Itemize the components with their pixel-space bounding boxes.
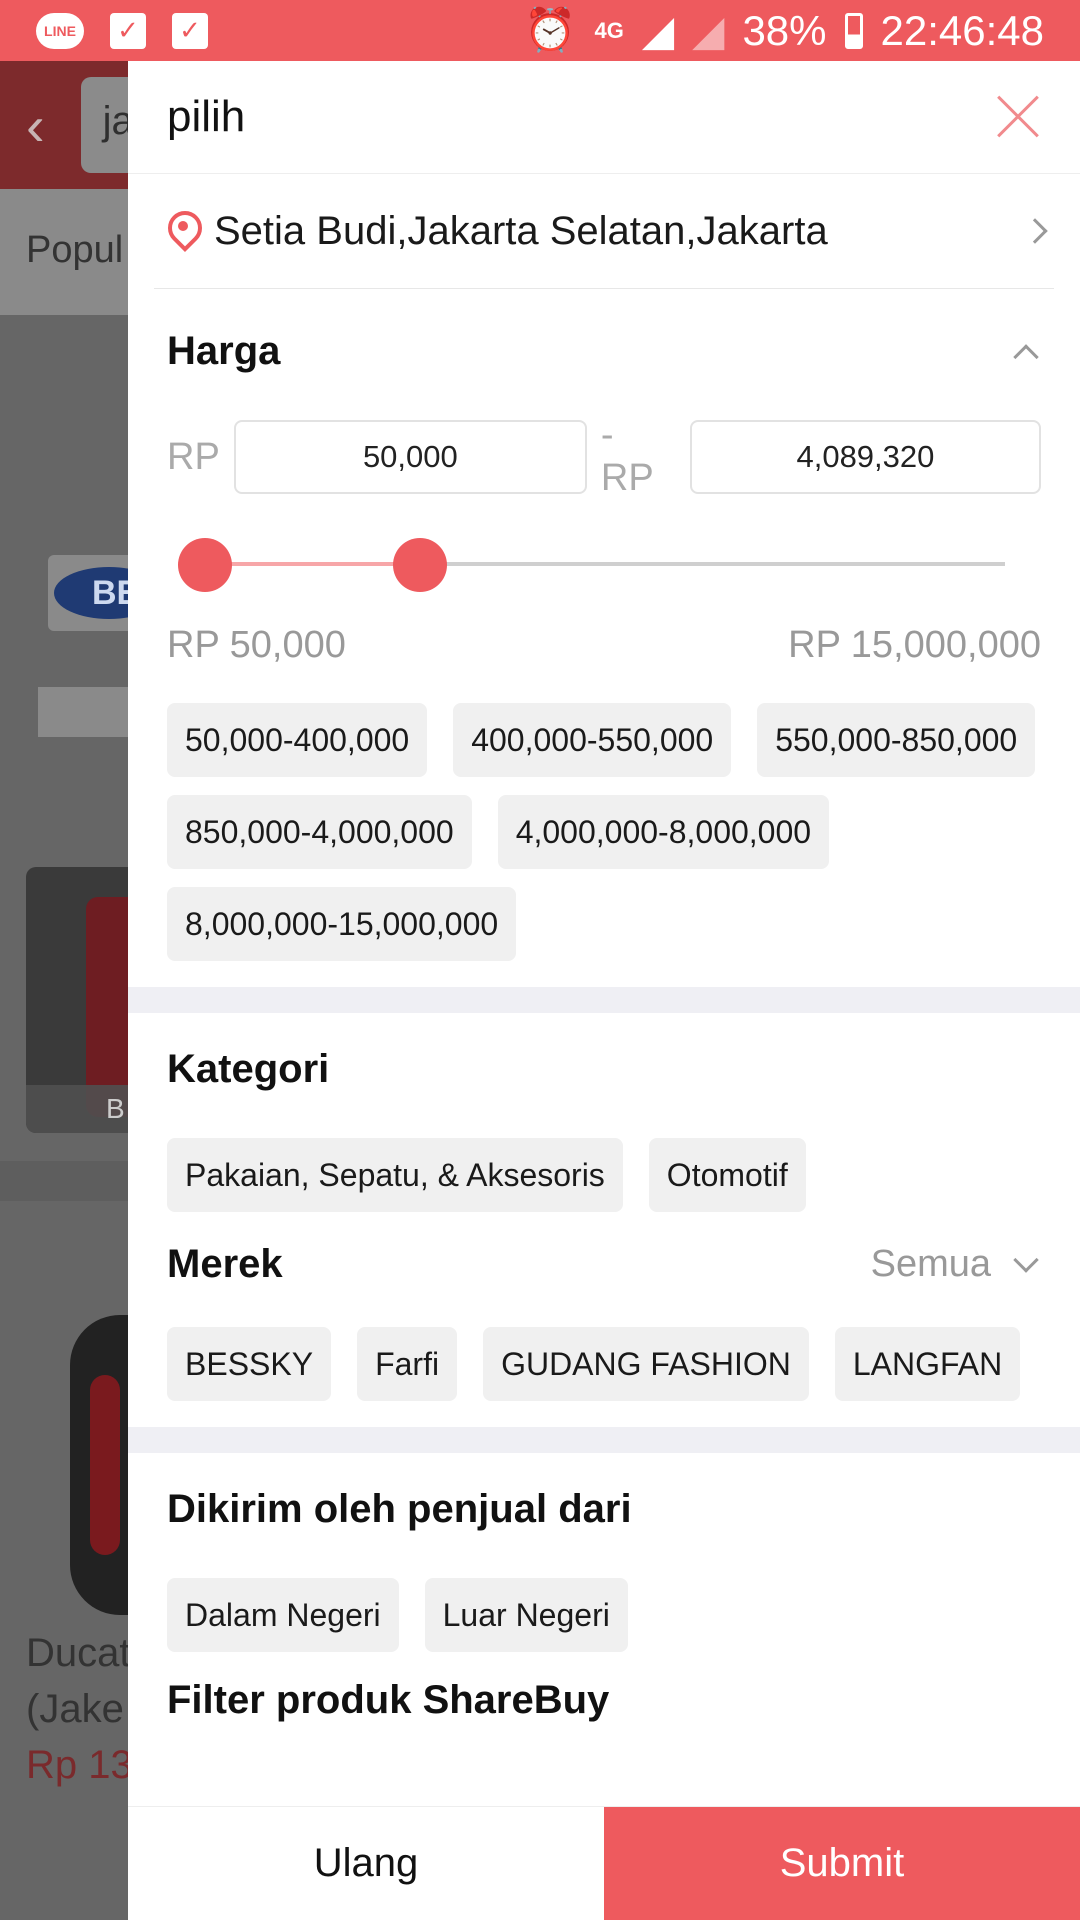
network-type: 4G	[594, 17, 624, 43]
brand-section: Merek Semua BESSKY Farfi GUDANG FASHION …	[128, 1242, 1080, 1401]
brand-all-dropdown[interactable]: Semua	[871, 1243, 991, 1286]
battery-percent: 38%	[742, 6, 827, 54]
submit-button[interactable]: Submit	[604, 1807, 1080, 1920]
drawer-header: pilih	[128, 61, 1080, 174]
price-range-chip[interactable]: 850,000-4,000,000	[167, 795, 472, 869]
price-range-chip[interactable]: 4,000,000-8,000,000	[497, 795, 830, 869]
drawer-title: pilih	[167, 92, 246, 141]
task-check-icon: ✓	[110, 12, 146, 49]
seller-origin-chip[interactable]: Luar Negeri	[424, 1578, 628, 1652]
currency-label: RP	[167, 435, 220, 478]
battery-icon	[844, 12, 863, 49]
section-divider	[128, 987, 1080, 1013]
signal-empty-icon: ◢	[692, 7, 725, 54]
chevron-right-icon	[1022, 218, 1048, 244]
location-text: Setia Budi,Jakarta Selatan,Jakarta	[214, 208, 828, 253]
price-slider[interactable]	[167, 512, 1041, 612]
reset-button[interactable]: Ulang	[128, 1807, 604, 1920]
status-bar: LINE ✓ ✓ ⏰ 4G ◢ ◢ 38% 22:46:48	[0, 0, 1080, 61]
category-chip[interactable]: Pakaian, Sepatu, & Aksesoris	[167, 1138, 623, 1212]
category-section: Kategori Pakaian, Sepatu, & Aksesoris Ot…	[128, 1047, 1080, 1212]
price-range-chip[interactable]: 400,000-550,000	[453, 703, 732, 777]
category-title: Kategori	[167, 1047, 330, 1091]
price-range-chip[interactable]: 550,000-850,000	[757, 703, 1036, 777]
slider-track-active	[205, 562, 421, 566]
brand-title: Merek	[167, 1242, 283, 1286]
alarm-icon: ⏰	[524, 6, 577, 53]
brand-chip[interactable]: Farfi	[357, 1327, 458, 1401]
sharebuy-title: Filter produk ShareBuy	[167, 1678, 610, 1722]
task-check-icon: ✓	[172, 12, 208, 49]
brand-chip[interactable]: LANGFAN	[834, 1327, 1021, 1401]
location-row[interactable]: Setia Budi,Jakarta Selatan,Jakarta	[154, 174, 1054, 289]
seller-origin-title: Dikirim oleh penjual dari	[167, 1487, 632, 1531]
close-icon[interactable]	[996, 95, 1040, 139]
price-range-chips: 50,000-400,000 400,000-550,000 550,000-8…	[167, 703, 1041, 961]
bg-product-price: Rp 13	[26, 1743, 133, 1787]
sharebuy-section: Filter produk ShareBuy	[128, 1678, 1080, 1723]
price-header[interactable]: Harga	[167, 329, 1041, 374]
location-pin-icon	[166, 209, 200, 253]
seller-origin-section: Dikirim oleh penjual dari Dalam Negeri L…	[128, 1487, 1080, 1652]
seller-origin-chip[interactable]: Dalam Negeri	[167, 1578, 399, 1652]
back-icon: ‹	[26, 93, 45, 157]
section-divider	[128, 1427, 1080, 1453]
bg-product-title: Ducat (Jake	[26, 1631, 131, 1731]
chevron-up-icon	[1013, 343, 1039, 370]
category-chip[interactable]: Otomotif	[648, 1138, 806, 1212]
signal-icon: ◢	[641, 7, 675, 54]
slider-max-thumb[interactable]	[393, 538, 447, 592]
line-app-icon: LINE	[36, 12, 84, 49]
brand-chip[interactable]: GUDANG FASHION	[483, 1327, 809, 1401]
min-price-input[interactable]: 50,000	[233, 420, 587, 494]
price-title: Harga	[167, 329, 281, 373]
filter-drawer: pilih Setia Budi,Jakarta Selatan,Jakarta…	[128, 61, 1080, 1920]
range-min-label: RP 50,000	[167, 624, 346, 666]
range-max-label: RP 15,000,000	[788, 624, 1041, 666]
currency-separator: - RP	[600, 414, 654, 499]
price-range-chip[interactable]: 8,000,000-15,000,000	[167, 887, 517, 961]
slider-min-thumb[interactable]	[178, 538, 232, 592]
price-section: Harga RP 50,000 - RP 4,089,320 RP 50,000…	[128, 329, 1080, 961]
chevron-down-icon[interactable]	[1013, 1246, 1039, 1273]
max-price-input[interactable]: 4,089,320	[689, 420, 1041, 494]
price-range-chip[interactable]: 50,000-400,000	[167, 703, 428, 777]
brand-chip[interactable]: BESSKY	[167, 1327, 332, 1401]
bottom-actions: Ulang Submit	[128, 1806, 1080, 1920]
clock: 22:46:48	[880, 6, 1045, 54]
